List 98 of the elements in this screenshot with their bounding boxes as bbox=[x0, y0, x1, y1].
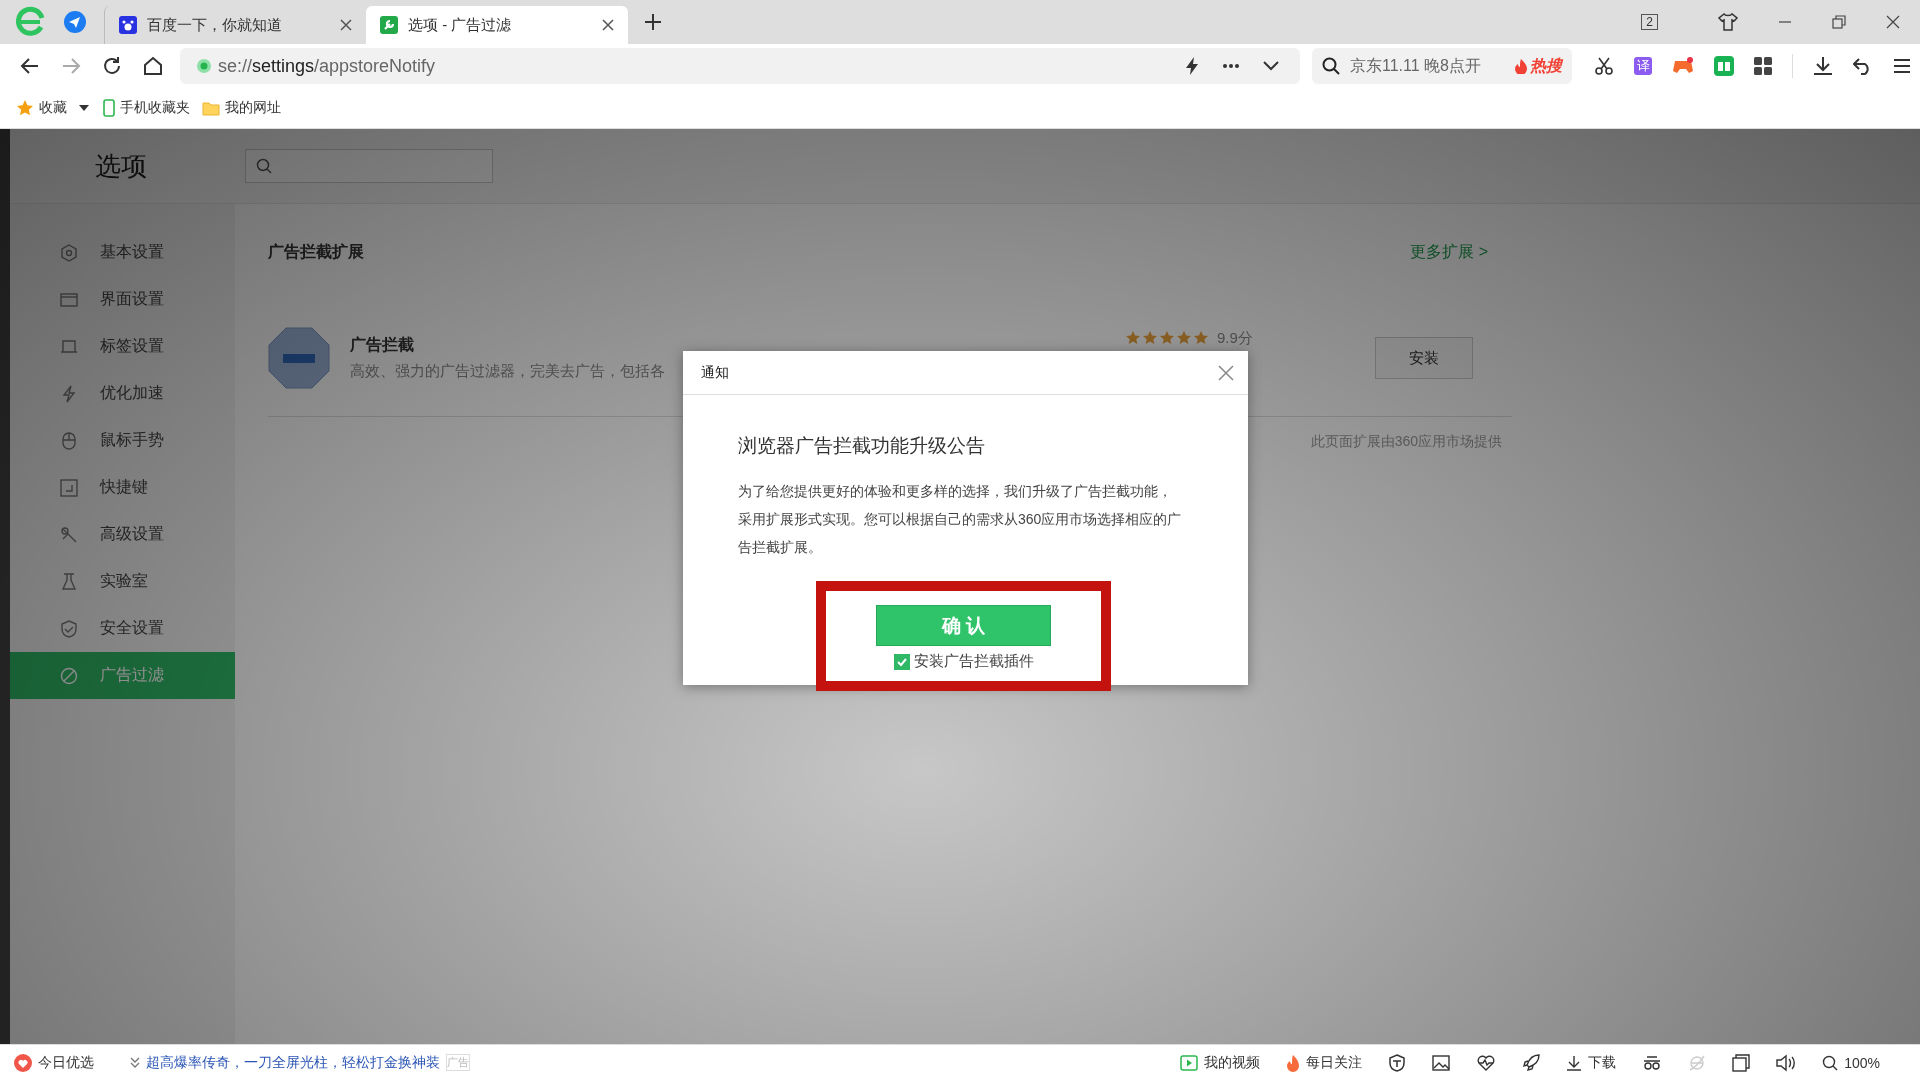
star-icon bbox=[1125, 330, 1141, 346]
ad-tag: 广告 bbox=[446, 1054, 470, 1071]
star-icon bbox=[1142, 330, 1158, 346]
play-icon bbox=[1180, 1054, 1199, 1071]
search-field[interactable] bbox=[245, 149, 493, 183]
shield-icon bbox=[60, 619, 78, 638]
paper-plane-icon[interactable] bbox=[64, 11, 86, 33]
sidebar-item[interactable]: 界面设置 bbox=[10, 276, 235, 323]
window-icon bbox=[60, 290, 78, 309]
reload-icon[interactable] bbox=[102, 56, 122, 76]
sidebar-item[interactable]: 标签设置 bbox=[10, 323, 235, 370]
download-icon bbox=[1566, 1054, 1583, 1071]
glasses-icon[interactable] bbox=[1642, 1054, 1663, 1071]
tab-icon bbox=[60, 337, 78, 356]
checkbox[interactable] bbox=[893, 653, 910, 670]
close-icon[interactable] bbox=[602, 19, 614, 31]
mouse-icon bbox=[60, 431, 78, 450]
sidebar-item[interactable]: 鼠标手势 bbox=[10, 417, 235, 464]
grid-icon[interactable] bbox=[1754, 57, 1772, 75]
dialog-heading: 浏览器广告拦截功能升级公告 bbox=[738, 434, 986, 458]
double-chevron-icon[interactable] bbox=[130, 1056, 140, 1069]
url-text[interactable]: se://settings/appstoreNotify bbox=[218, 55, 436, 77]
search-icon bbox=[256, 158, 272, 174]
sidebar-item[interactable]: 优化加速 bbox=[10, 370, 235, 417]
address-bar[interactable]: se://settings/appstoreNotify bbox=[180, 48, 1300, 84]
home-icon[interactable] bbox=[143, 56, 163, 76]
zoom-icon bbox=[1822, 1054, 1839, 1071]
secure-icon bbox=[196, 58, 212, 74]
star-icon bbox=[16, 99, 34, 117]
hot-search-label[interactable]: 热搜 bbox=[1514, 55, 1562, 77]
wrench-icon bbox=[60, 525, 78, 544]
stop-sign-icon bbox=[268, 327, 330, 389]
search-icon bbox=[1322, 57, 1340, 75]
sidebar-item[interactable]: 实验室 bbox=[10, 558, 235, 605]
translate-button[interactable]: 译 bbox=[1634, 57, 1652, 75]
flask-icon bbox=[60, 572, 78, 591]
shield-icon[interactable] bbox=[1388, 1053, 1407, 1072]
download-icon[interactable] bbox=[1813, 56, 1833, 76]
bookmark-item[interactable]: 手机收藏夹 bbox=[103, 99, 190, 117]
chevron-down-icon[interactable] bbox=[1262, 60, 1280, 72]
block-icon bbox=[60, 666, 78, 685]
gamepad-icon[interactable] bbox=[1672, 57, 1694, 75]
flame-icon bbox=[1286, 1053, 1301, 1072]
sidebar-item[interactable]: 高级设置 bbox=[10, 511, 235, 558]
speaker-icon[interactable] bbox=[1776, 1053, 1797, 1072]
dialog-title: 通知 bbox=[701, 363, 729, 382]
browser-tab[interactable]: 选项 - 广告过滤 bbox=[366, 6, 628, 44]
more-icon[interactable] bbox=[1222, 63, 1240, 69]
rating-score: 9.9分 bbox=[1217, 328, 1253, 348]
plus-icon[interactable] bbox=[644, 13, 662, 31]
status-item[interactable]: 我的视频 bbox=[1180, 1053, 1261, 1072]
hexagon-icon bbox=[60, 243, 78, 262]
close-icon[interactable] bbox=[1218, 364, 1234, 381]
search-text: 京东11.11 晚8点开 bbox=[1350, 55, 1482, 76]
close-icon[interactable] bbox=[340, 19, 352, 31]
status-item[interactable]: 下载 bbox=[1566, 1053, 1617, 1072]
image-icon[interactable] bbox=[1432, 1054, 1451, 1071]
shirt-icon[interactable] bbox=[1718, 12, 1738, 32]
scissors-icon[interactable] bbox=[1594, 56, 1614, 76]
bookmark-item[interactable]: 收藏 bbox=[16, 99, 67, 117]
book-icon[interactable] bbox=[1714, 56, 1734, 76]
keyboard-key-icon bbox=[60, 478, 78, 497]
search-field[interactable]: 京东11.11 晚8点开 热搜 bbox=[1312, 48, 1572, 84]
menu-icon[interactable] bbox=[1893, 58, 1911, 74]
status-item[interactable]: 每日关注 bbox=[1286, 1053, 1363, 1072]
extension-description: 高效、强力的广告过滤器，完美去广告，包括各 bbox=[350, 362, 665, 381]
phone-icon bbox=[103, 99, 115, 117]
paw-icon bbox=[119, 16, 137, 34]
star-icon bbox=[1159, 330, 1175, 346]
wrench-icon bbox=[380, 16, 398, 34]
dialog-message: 为了给您提供更好的体验和更多样的选择，我们升级了广告拦截功能，采用扩展形式实现。您可以根据自己的需求从360应用市场选择相应的广告拦截扩展。 bbox=[738, 482, 1183, 557]
heartbeat-icon[interactable] bbox=[1476, 1053, 1497, 1072]
close-icon[interactable] bbox=[1886, 15, 1900, 29]
extension-name: 广告拦截 bbox=[350, 335, 414, 355]
rocket-icon[interactable] bbox=[1522, 1053, 1541, 1072]
flame-icon bbox=[1514, 58, 1528, 74]
window-icon[interactable] bbox=[1732, 1053, 1751, 1072]
tab-count-badge[interactable]: 2 bbox=[1641, 14, 1658, 30]
ad-link[interactable]: 超高爆率传奇，一刀全屏光柱，轻松打金换神装 bbox=[146, 1053, 440, 1072]
sidebar-item[interactable]: 基本设置 bbox=[10, 229, 235, 276]
sidebar-item[interactable]: 安全设置 bbox=[10, 605, 235, 652]
back-icon[interactable] bbox=[20, 56, 40, 76]
status-item[interactable]: 100% bbox=[1822, 1054, 1880, 1071]
browser-logo-icon bbox=[14, 6, 46, 38]
sidebar-item[interactable]: 快捷键 bbox=[10, 464, 235, 511]
page-title: 选项 bbox=[94, 149, 148, 183]
lightning-icon bbox=[60, 384, 78, 403]
lightning-icon[interactable] bbox=[1184, 56, 1200, 76]
folder-icon bbox=[202, 100, 220, 116]
status-item[interactable]: 今日优选 bbox=[14, 1053, 94, 1072]
dropdown-arrow-icon[interactable] bbox=[79, 105, 89, 111]
bookmark-item[interactable]: 我的网址 bbox=[202, 99, 281, 117]
restore-icon[interactable] bbox=[1832, 15, 1846, 29]
star-icon bbox=[1193, 330, 1209, 346]
install-button[interactable]: 安装 bbox=[1375, 337, 1473, 379]
checkbox-label: 安装广告拦截插件 bbox=[913, 652, 1034, 671]
star-icon bbox=[1176, 330, 1192, 346]
section-title: 广告拦截扩展 bbox=[268, 241, 364, 262]
